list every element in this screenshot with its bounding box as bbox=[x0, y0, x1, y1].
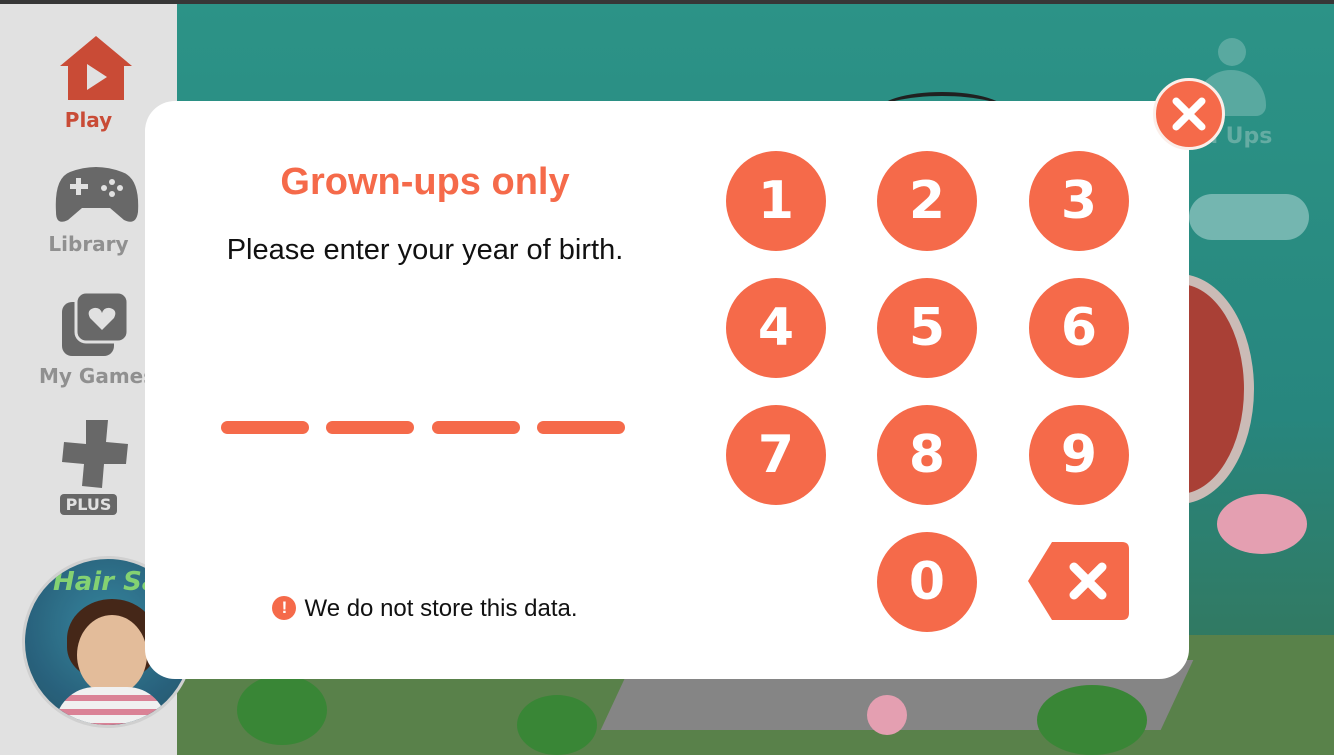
key-7[interactable]: 7 bbox=[726, 405, 826, 505]
key-1[interactable]: 1 bbox=[726, 151, 826, 251]
backspace-button[interactable] bbox=[1028, 542, 1129, 620]
key-0[interactable]: 0 bbox=[877, 532, 977, 632]
year-input-slots bbox=[221, 421, 625, 435]
age-gate-dialog: Grown-ups only Please enter your year of… bbox=[145, 101, 1189, 679]
digit-slot-3 bbox=[432, 421, 520, 434]
key-9[interactable]: 9 bbox=[1029, 405, 1129, 505]
dialog-title: Grown-ups only bbox=[280, 161, 570, 203]
exclamation-icon: ! bbox=[272, 596, 297, 620]
close-icon bbox=[1172, 97, 1206, 131]
digit-slot-4 bbox=[537, 421, 625, 434]
digit-slot-1 bbox=[221, 421, 309, 434]
key-2[interactable]: 2 bbox=[877, 151, 977, 251]
privacy-note-text: We do not store this data. bbox=[304, 595, 578, 622]
key-3[interactable]: 3 bbox=[1029, 151, 1129, 251]
key-8[interactable]: 8 bbox=[877, 405, 977, 505]
dialog-prompt: Please enter your year of birth. bbox=[226, 234, 624, 266]
close-button[interactable] bbox=[1153, 78, 1225, 150]
privacy-note: ! We do not store this data. bbox=[145, 595, 705, 623]
key-5[interactable]: 5 bbox=[877, 278, 977, 378]
key-4[interactable]: 4 bbox=[726, 278, 826, 378]
digit-slot-2 bbox=[326, 421, 414, 434]
key-6[interactable]: 6 bbox=[1029, 278, 1129, 378]
backspace-icon bbox=[1028, 542, 1129, 620]
